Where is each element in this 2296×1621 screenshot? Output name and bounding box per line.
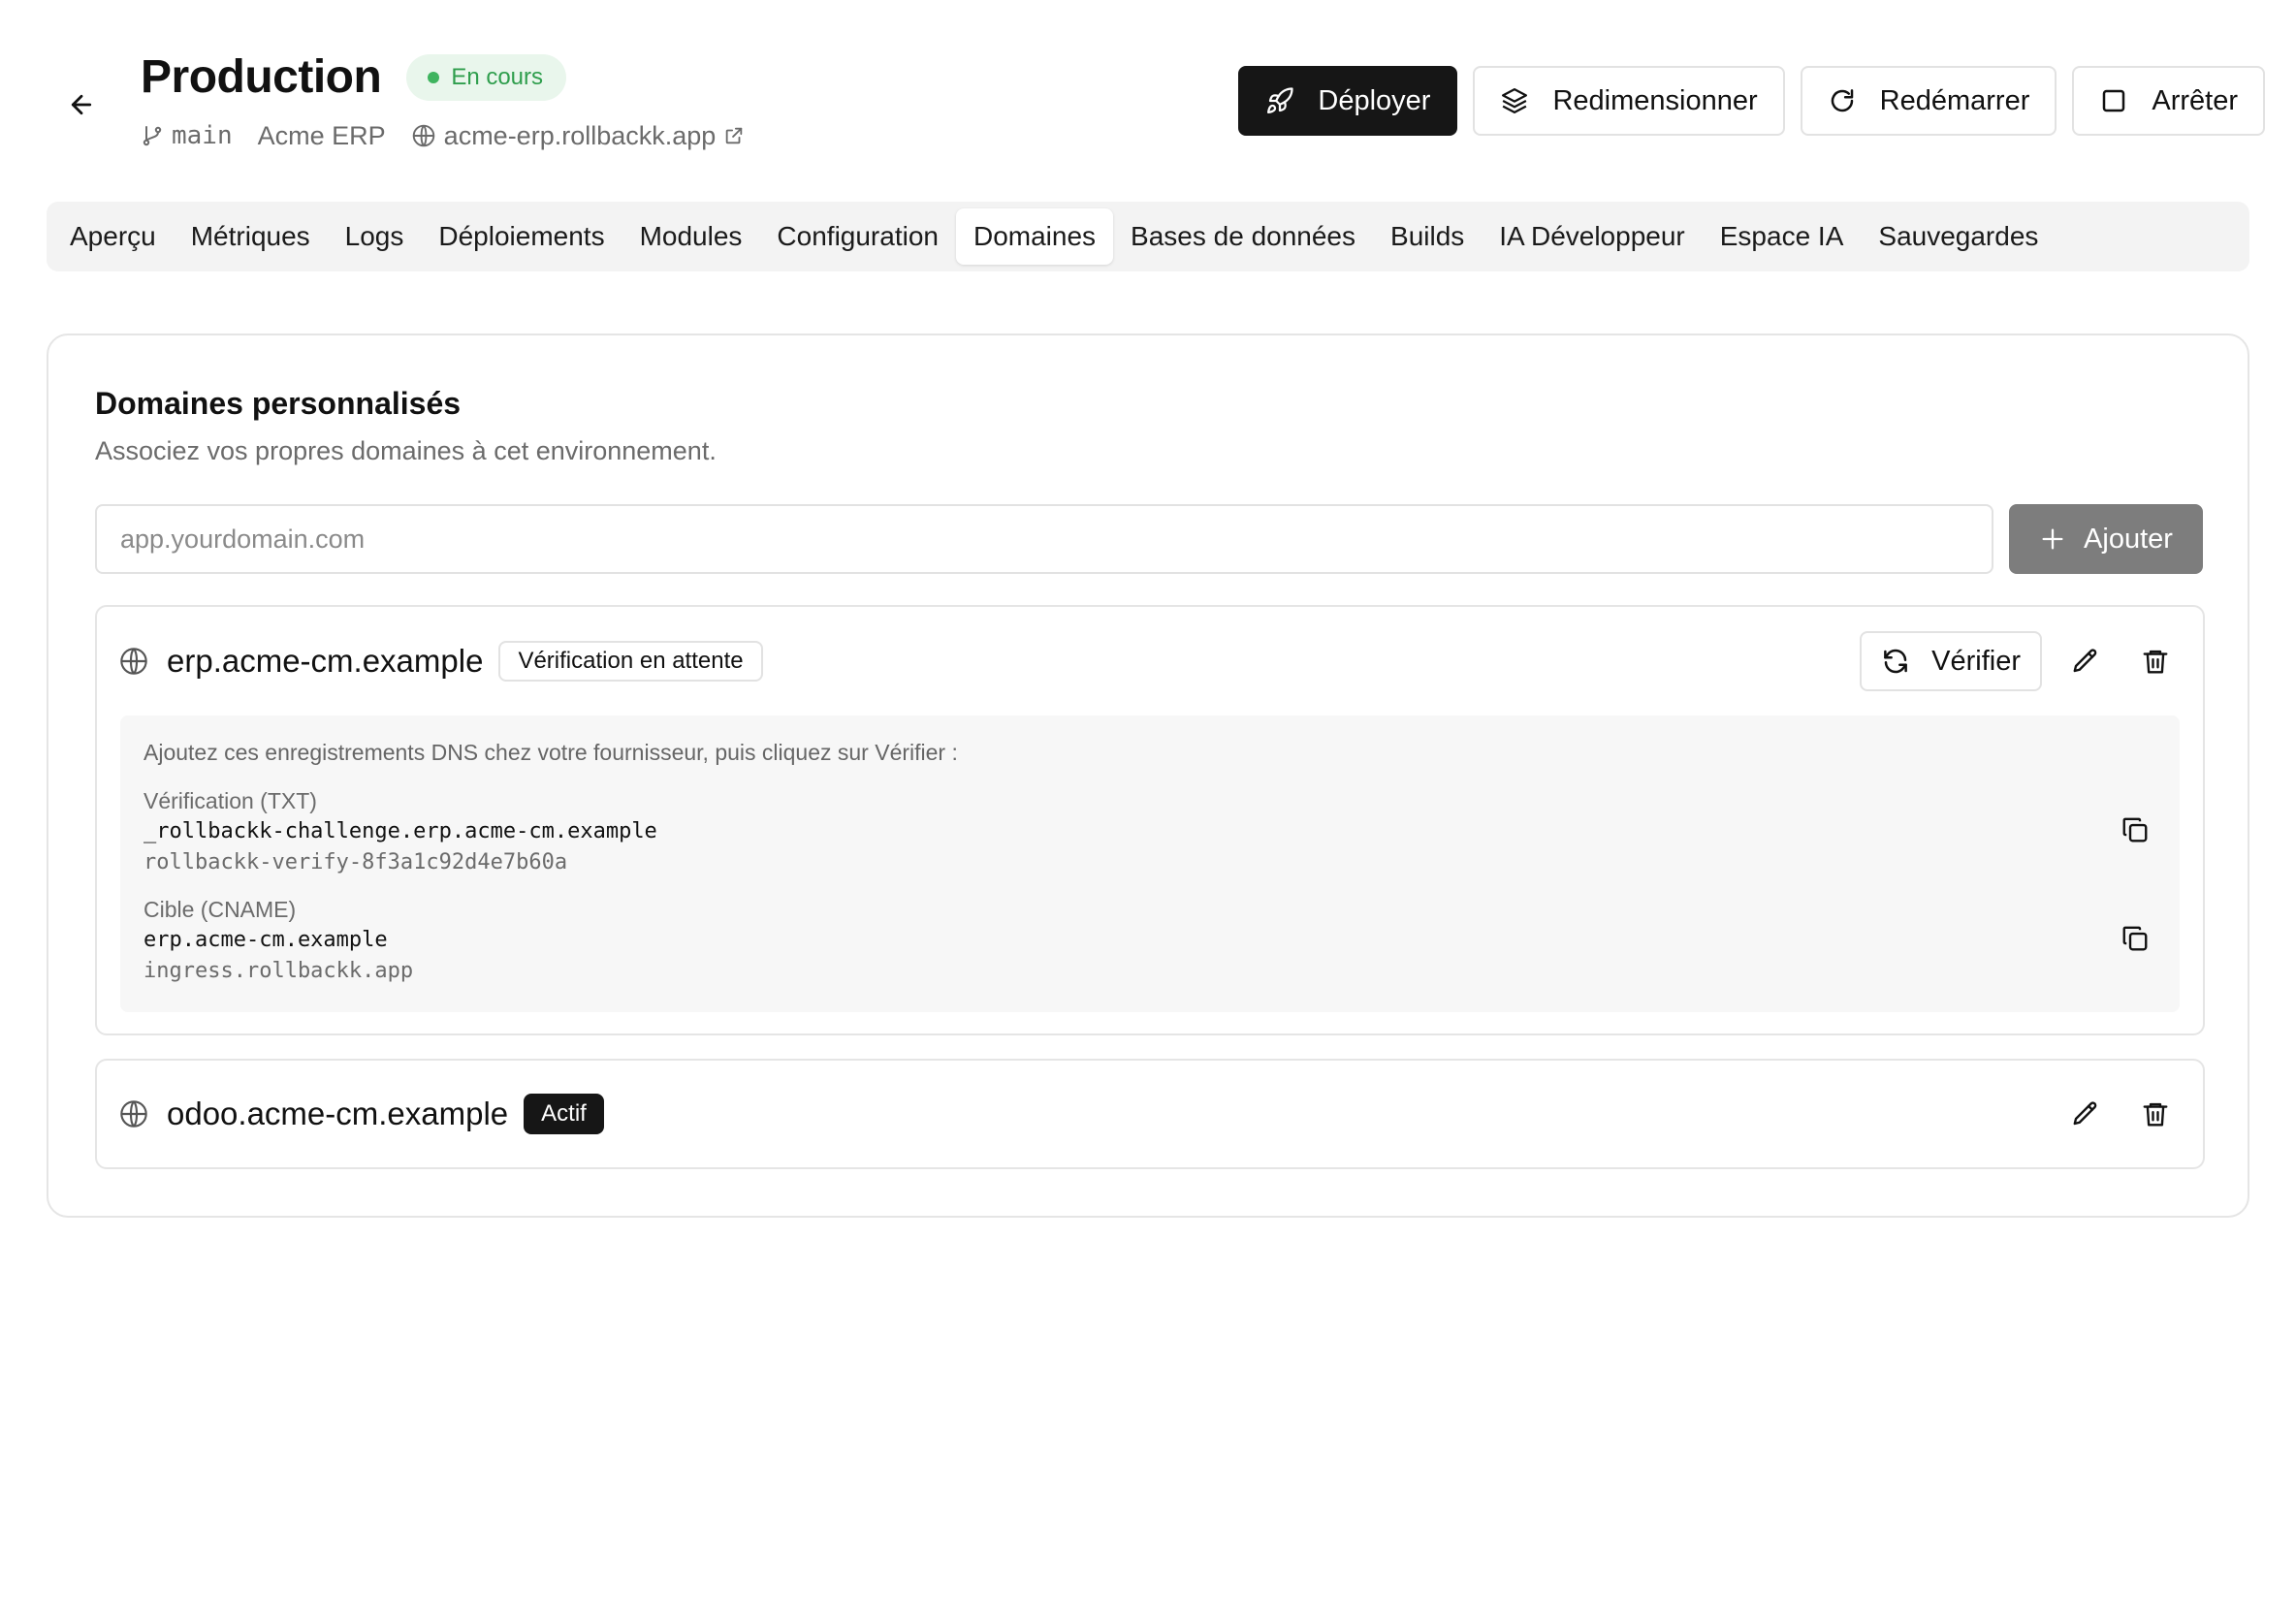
globe-icon: [120, 648, 147, 675]
tab-deploiements[interactable]: Déploiements: [421, 208, 622, 265]
stop-button[interactable]: Arrêter: [2072, 66, 2265, 136]
verify-label: Vérifier: [1931, 645, 2021, 677]
dns-record: Cible (CNAME) erp.acme-cm.example ingres…: [144, 894, 413, 987]
layers-icon: [1502, 88, 1528, 113]
domain-name: erp.acme-cm.example: [167, 643, 484, 679]
rotate-cw-icon: [1831, 89, 1853, 112]
add-domain-button[interactable]: Ajouter: [2009, 504, 2203, 574]
domain-name: odoo.acme-cm.example: [167, 1096, 509, 1131]
rocket-icon: [1267, 87, 1294, 113]
restart-label: Redémarrer: [1879, 84, 2030, 116]
trash-icon: [2143, 650, 2168, 674]
tab-metriques[interactable]: Métriques: [174, 208, 328, 265]
domain-item: odoo.acme-cm.example Actif: [95, 1059, 2205, 1169]
environment-actions: Déployer Redimensionner Redémarrer Arrêt…: [1238, 66, 2265, 136]
delete-domain-button[interactable]: [2129, 635, 2182, 687]
tab-builds[interactable]: Builds: [1373, 208, 1482, 265]
tab-domaines[interactable]: Domaines: [955, 208, 1114, 265]
tab-bases-de-donnees[interactable]: Bases de données: [1113, 208, 1373, 265]
external-link-icon: [726, 127, 743, 144]
pencil-icon: [2073, 1101, 2097, 1126]
environment-tabs: Aperçu Métriques Logs Déploiements Modul…: [47, 202, 2249, 271]
copy-txt-record-button[interactable]: [2112, 807, 2158, 853]
dns-record-label: Cible (CNAME): [144, 897, 297, 922]
card-title: Domaines personnalisés: [95, 386, 462, 421]
copy-icon: [2122, 926, 2148, 951]
domain-header: erp.acme-cm.example Vérification en atte…: [118, 607, 763, 715]
refresh-icon: [1884, 649, 1908, 674]
copy-cname-record-button[interactable]: [2112, 915, 2158, 962]
restart-button[interactable]: Redémarrer: [1800, 66, 2057, 136]
custom-domains-card: Domaines personnalisés Associez vos prop…: [47, 334, 2249, 1218]
git-branch-icon: [143, 126, 162, 146]
dns-record-label: Vérification (TXT): [144, 788, 317, 813]
branch-info: main: [141, 121, 233, 150]
edit-domain-button[interactable]: [2059, 1088, 2112, 1140]
stop-label: Arrêter: [2152, 84, 2238, 116]
square-icon: [2103, 89, 2125, 112]
verify-button[interactable]: Vérifier: [1860, 631, 2042, 691]
tab-logs[interactable]: Logs: [328, 208, 422, 265]
dns-instructions: Ajoutez ces enregistrements DNS chez vot…: [120, 715, 2180, 1012]
tab-sauvegardes[interactable]: Sauvegardes: [1861, 208, 2056, 265]
status-dot: [428, 72, 440, 83]
deploy-label: Déployer: [1318, 84, 1431, 116]
status-badge: En cours: [406, 54, 567, 101]
resize-button[interactable]: Redimensionner: [1473, 66, 1785, 136]
dns-record-name: _rollbackk-challenge.erp.acme-cm.example: [144, 819, 657, 843]
back-button[interactable]: [58, 81, 105, 128]
domain-status-badge: Actif: [524, 1094, 604, 1134]
copy-icon: [2122, 817, 2148, 842]
domain-actions: Vérifier: [1860, 607, 2182, 715]
domain-item: erp.acme-cm.example Vérification en atte…: [95, 605, 2205, 1035]
status-label: En cours: [451, 64, 544, 90]
globe-icon: [412, 124, 434, 147]
tab-ia-developpeur[interactable]: IA Développeur: [1482, 208, 1702, 265]
title-row: Production En cours: [141, 50, 567, 105]
edit-domain-button[interactable]: [2059, 635, 2112, 687]
dns-record-value: ingress.rollbackk.app: [144, 959, 414, 983]
card-subtitle: Associez vos propres domaines à cet envi…: [95, 436, 717, 465]
environment-meta: main Acme ERP acme-erp.rollbackk.app: [141, 116, 745, 155]
dns-intro: Ajoutez ces enregistrements DNS chez vot…: [144, 740, 958, 765]
tab-espace-ia[interactable]: Espace IA: [1703, 208, 1862, 265]
add-domain-label: Ajouter: [2084, 523, 2173, 555]
domain-actions: [2059, 1061, 2182, 1167]
resize-label: Redimensionner: [1552, 84, 1758, 116]
trash-icon: [2143, 1102, 2168, 1127]
pencil-icon: [2073, 649, 2097, 673]
page-title: Production: [141, 51, 382, 103]
dns-record-value: rollbackk-verify-8f3a1c92d4e7b60a: [144, 850, 568, 874]
branch-name: main: [172, 121, 233, 150]
domain-header: odoo.acme-cm.example Actif: [118, 1061, 604, 1167]
globe-icon: [120, 1100, 147, 1128]
arrow-left-icon: [71, 94, 92, 115]
deploy-button[interactable]: Déployer: [1238, 66, 1458, 136]
domain-status-badge: Vérification en attente: [498, 641, 763, 682]
environment-url-link[interactable]: acme-erp.rollbackk.app: [411, 121, 746, 151]
tab-modules[interactable]: Modules: [622, 208, 760, 265]
plus-icon: [2042, 528, 2063, 550]
tab-apercu[interactable]: Aperçu: [52, 208, 174, 265]
project-name: Acme ERP: [257, 120, 386, 150]
environment-url: acme-erp.rollbackk.app: [443, 120, 717, 150]
tab-configuration[interactable]: Configuration: [759, 208, 956, 265]
dns-record-name: erp.acme-cm.example: [144, 928, 388, 952]
delete-domain-button[interactable]: [2129, 1088, 2182, 1140]
dns-record: Vérification (TXT) _rollbackk-challenge.…: [144, 785, 657, 878]
domain-input[interactable]: [95, 504, 1993, 574]
